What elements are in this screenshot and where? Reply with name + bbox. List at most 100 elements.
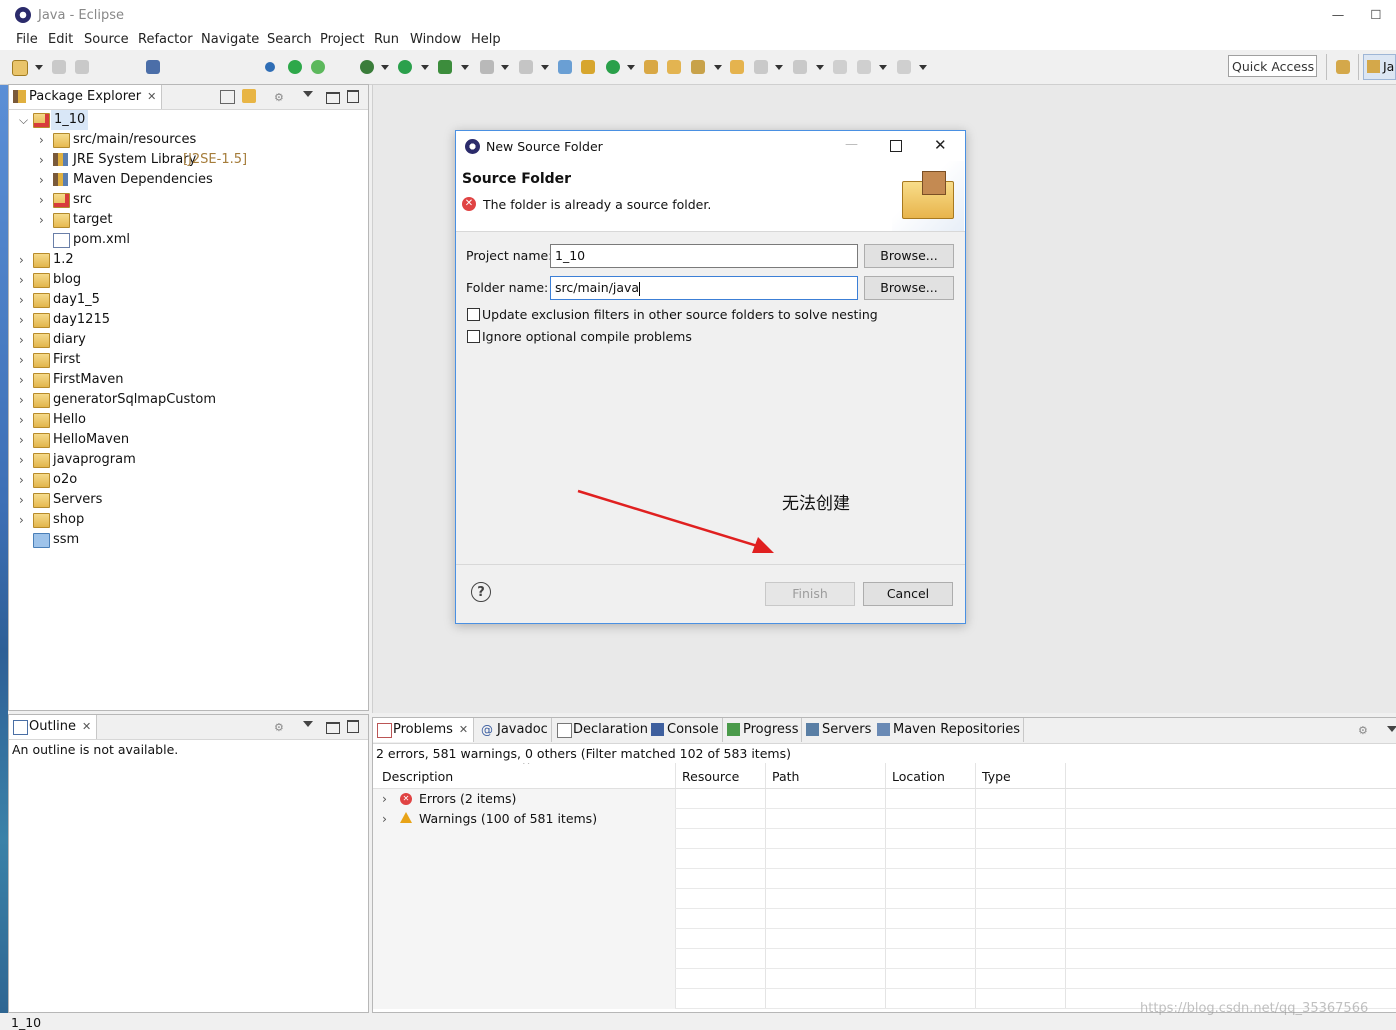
java-perspective-button[interactable]: Ja: [1363, 54, 1396, 80]
chevron-right-icon[interactable]: ›: [19, 490, 24, 510]
chevron-right-icon[interactable]: ›: [19, 350, 24, 370]
view-menu-icon[interactable]: ⚙: [274, 721, 284, 734]
close-icon[interactable]: ✕: [82, 720, 91, 733]
menu-source[interactable]: Source: [84, 32, 129, 47]
chevron-right-icon[interactable]: ›: [39, 190, 44, 210]
tab-servers[interactable]: Servers: [802, 718, 876, 742]
table-row[interactable]: › ✕ Errors (2 items): [373, 789, 675, 809]
maximize-view-icon[interactable]: [347, 90, 359, 103]
browse-folder-button[interactable]: Browse...: [864, 276, 954, 300]
ignore-optional-checkbox[interactable]: [467, 330, 480, 343]
chevron-right-icon[interactable]: ›: [19, 450, 24, 470]
chevron-right-icon[interactable]: ›: [19, 250, 24, 270]
chevron-right-icon[interactable]: ›: [19, 430, 24, 450]
folder-name-input[interactable]: src/main/java: [550, 276, 858, 300]
menu-window[interactable]: Window: [410, 32, 461, 47]
open-task-icon[interactable]: [730, 60, 744, 74]
tab-declaration[interactable]: Declaration: [553, 718, 652, 742]
new-class-dropdown-icon[interactable]: [627, 65, 635, 70]
chevron-down-icon[interactable]: [1387, 726, 1396, 732]
browse-project-button[interactable]: Browse...: [864, 244, 954, 268]
coverage-dropdown-icon[interactable]: [461, 65, 469, 70]
tab-console[interactable]: Console: [647, 718, 723, 742]
new-java-project-icon[interactable]: [558, 60, 572, 74]
menu-edit[interactable]: Edit: [48, 32, 73, 47]
tab-package-explorer[interactable]: Package Explorer ✕: [9, 85, 163, 109]
coverage-icon[interactable]: [438, 60, 452, 74]
cancel-button[interactable]: Cancel: [863, 582, 953, 606]
update-exclusion-checkbox[interactable]: [467, 308, 480, 321]
chevron-down-icon[interactable]: [303, 91, 313, 97]
chevron-right-icon[interactable]: ›: [39, 130, 44, 150]
last-edit-icon[interactable]: [833, 60, 847, 74]
chevron-down-icon[interactable]: [303, 721, 313, 727]
help-icon[interactable]: ?: [471, 582, 491, 602]
tab-problems[interactable]: Problems ✕: [373, 718, 475, 742]
finish-button[interactable]: Finish: [765, 582, 855, 606]
column-location[interactable]: Location: [892, 769, 945, 784]
view-menu-icon[interactable]: ⚙: [274, 91, 284, 104]
dialog-maximize-button[interactable]: [890, 140, 902, 152]
debug-icon[interactable]: [360, 60, 374, 74]
forward-icon[interactable]: [897, 60, 911, 74]
chevron-right-icon[interactable]: ›: [382, 809, 387, 829]
open-folder-icon[interactable]: [667, 60, 681, 74]
tab-outline[interactable]: Outline ✕: [9, 715, 98, 739]
close-icon[interactable]: ✕: [459, 723, 468, 736]
spring-icon[interactable]: [311, 60, 325, 74]
pin-icon[interactable]: [265, 62, 275, 72]
chevron-right-icon[interactable]: ›: [19, 510, 24, 530]
menu-project[interactable]: Project: [320, 32, 364, 47]
minimize-button[interactable]: —: [1318, 4, 1358, 26]
column-description[interactable]: Description: [382, 769, 453, 784]
chevron-right-icon[interactable]: ›: [39, 210, 44, 230]
chevron-right-icon[interactable]: ›: [19, 290, 24, 310]
chevron-right-icon[interactable]: ›: [382, 789, 387, 809]
project-name-input[interactable]: 1_10: [550, 244, 858, 268]
next-annotation-icon[interactable]: [793, 60, 807, 74]
collapse-all-icon[interactable]: [220, 90, 235, 104]
spring-boot-icon[interactable]: [288, 60, 302, 74]
maximize-button[interactable]: ☐: [1356, 4, 1396, 26]
chevron-right-icon[interactable]: ›: [19, 470, 24, 490]
back-dropdown-icon[interactable]: [879, 65, 887, 70]
chevron-right-icon[interactable]: ›: [19, 370, 24, 390]
new-icon[interactable]: [12, 60, 28, 76]
open-type-icon[interactable]: [644, 60, 658, 74]
tab-progress[interactable]: Progress: [723, 718, 803, 742]
close-icon[interactable]: ✕: [147, 90, 156, 103]
menu-navigate[interactable]: Navigate: [201, 32, 259, 47]
run-icon[interactable]: [398, 60, 412, 74]
menu-run[interactable]: Run: [374, 32, 399, 47]
next-annotation-dropdown-icon[interactable]: [816, 65, 824, 70]
menu-help[interactable]: Help: [471, 32, 501, 47]
dialog-close-button[interactable]: ✕: [934, 136, 947, 154]
search-icon[interactable]: [691, 60, 705, 74]
chevron-right-icon[interactable]: ›: [19, 410, 24, 430]
annotation-dropdown-icon[interactable]: [775, 65, 783, 70]
forward-dropdown-icon[interactable]: [919, 65, 927, 70]
menu-search[interactable]: Search: [267, 32, 312, 47]
menu-file[interactable]: File: [16, 32, 38, 47]
new-dropdown-icon[interactable]: [35, 65, 43, 70]
tab-javadoc[interactable]: @ Javadoc: [477, 718, 552, 742]
chevron-right-icon[interactable]: ›: [19, 270, 24, 290]
debug-dropdown-icon[interactable]: [381, 65, 389, 70]
new-package-icon[interactable]: [581, 60, 595, 74]
stop-dropdown-icon[interactable]: [501, 65, 509, 70]
quick-access-field[interactable]: Quick Access: [1228, 55, 1317, 77]
external-tools-dropdown-icon[interactable]: [541, 65, 549, 70]
back-icon[interactable]: [857, 60, 871, 74]
chevron-down-icon[interactable]: ⌵: [19, 110, 28, 130]
new-class-icon[interactable]: [606, 60, 620, 74]
table-row[interactable]: ›! Warnings (100 of 581 items): [373, 809, 675, 829]
save-icon[interactable]: [52, 60, 66, 74]
column-path[interactable]: Path: [772, 769, 799, 784]
chevron-right-icon[interactable]: ›: [39, 150, 44, 170]
menu-refactor[interactable]: Refactor: [138, 32, 193, 47]
annotation-icon[interactable]: [754, 60, 768, 74]
terminal-icon[interactable]: [146, 60, 160, 74]
maximize-view-icon[interactable]: [347, 720, 359, 733]
run-dropdown-icon[interactable]: [421, 65, 429, 70]
minimize-view-icon[interactable]: [326, 722, 340, 734]
